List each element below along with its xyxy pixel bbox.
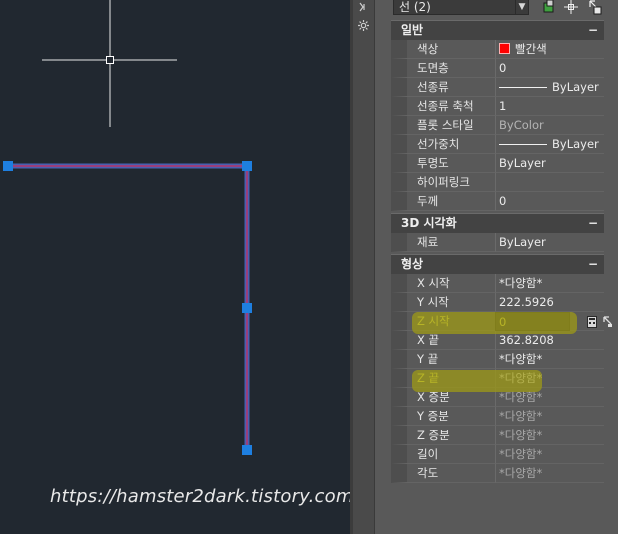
property-row-material[interactable]: 재료 ByLayer — [391, 233, 604, 252]
property-value[interactable]: 222.5926 — [495, 293, 604, 312]
crosshair-cursor-icon — [42, 0, 177, 127]
property-row-length: 길이 *다양함* — [391, 445, 604, 464]
property-value[interactable]: *다양함* — [495, 350, 604, 369]
property-name: 선종류 축척 — [391, 97, 495, 116]
property-name: 선가중치 — [391, 135, 495, 154]
property-row-start-z[interactable]: Z 시작 0 — [391, 312, 612, 331]
property-name: X 증분 — [391, 388, 495, 407]
section-title: 형상 — [401, 257, 424, 271]
property-name: 각도 — [391, 464, 495, 483]
property-name: 플롯 스타일 — [391, 116, 495, 135]
property-row-delta-x: X 증분 *다양함* — [391, 388, 604, 407]
pick-point-icon[interactable] — [603, 315, 613, 327]
watermark-text: https://hamster2dark.tistory.com — [50, 486, 350, 507]
property-name: 도면층 — [391, 59, 495, 78]
property-row-end-x[interactable]: X 끝 362.8208 — [391, 331, 604, 350]
object-type-select[interactable]: 선 (2) — [393, 0, 527, 15]
palette-title-strip[interactable] — [353, 0, 375, 534]
property-name: 선종류 — [391, 78, 495, 97]
property-grid: 일반 − 색상 빨간색 도면층 0 선종류 ByLayer 선종류 축척 1 플… — [391, 20, 612, 483]
property-name: X 끝 — [391, 331, 495, 350]
section-3d-visualization[interactable]: 3D 시각화 − — [391, 213, 604, 233]
property-value[interactable]: *다양함* — [495, 369, 604, 388]
property-name: Z 시작 — [391, 312, 495, 331]
property-row-end-z[interactable]: Z 끝 *다양함* — [391, 369, 604, 388]
settings-icon[interactable] — [357, 19, 370, 32]
property-value: *다양함* — [495, 464, 604, 483]
linetype-preview — [499, 87, 547, 88]
property-name: Z 증분 — [391, 426, 495, 445]
select-objects-icon[interactable] — [563, 0, 579, 15]
property-name: 두께 — [391, 192, 495, 211]
palette-toolbar: 선 (2) ▼ — [375, 0, 618, 17]
drawing-canvas[interactable]: https://hamster2dark.tistory.com — [0, 0, 350, 534]
property-row-plot-style[interactable]: 플롯 스타일 ByColor — [391, 116, 604, 135]
property-name: 색상 — [391, 40, 495, 59]
property-row-angle: 각도 *다양함* — [391, 464, 604, 483]
property-row-delta-z: Z 증분 *다양함* — [391, 426, 604, 445]
property-value[interactable]: 362.8208 — [495, 331, 604, 350]
property-value[interactable]: ByLayer — [495, 135, 604, 154]
property-value[interactable]: 0 — [495, 192, 604, 211]
property-value[interactable]: ByLayer — [495, 154, 604, 173]
property-name: Y 증분 — [391, 407, 495, 426]
property-row-delta-y: Y 증분 *다양함* — [391, 407, 604, 426]
property-row-linetype-scale[interactable]: 선종류 축척 1 — [391, 97, 604, 116]
property-row-linetype[interactable]: 선종류 ByLayer — [391, 78, 604, 97]
grip-handle[interactable] — [242, 445, 252, 455]
property-row-color[interactable]: 색상 빨간색 — [391, 40, 604, 59]
property-row-lineweight[interactable]: 선가중치 ByLayer — [391, 135, 604, 154]
property-value: *다양함* — [495, 388, 604, 407]
property-name: Y 시작 — [391, 293, 495, 312]
property-row-start-x[interactable]: X 시작 *다양함* — [391, 274, 604, 293]
section-geometry[interactable]: 형상 − — [391, 254, 604, 274]
property-value: *다양함* — [495, 426, 604, 445]
property-value: *다양함* — [495, 445, 604, 464]
calculator-icon[interactable] — [587, 315, 597, 328]
property-row-hyperlink[interactable]: 하이퍼링크 — [391, 173, 604, 192]
property-value[interactable] — [495, 173, 604, 192]
property-value[interactable]: ByLayer — [495, 233, 604, 252]
grip-handle[interactable] — [242, 303, 252, 313]
lineweight-value: ByLayer — [552, 137, 599, 151]
property-name: X 시작 — [391, 274, 495, 293]
linetype-value: ByLayer — [552, 80, 599, 94]
property-name: Y 끝 — [391, 350, 495, 369]
property-value[interactable]: 빨간색 — [495, 40, 604, 59]
grip-handle[interactable] — [242, 161, 252, 171]
section-title: 일반 — [401, 23, 424, 37]
property-value: *다양함* — [495, 407, 604, 426]
property-row-transparency[interactable]: 투명도 ByLayer — [391, 154, 604, 173]
toggle-pickadd-icon[interactable] — [541, 0, 557, 15]
section-title: 3D 시각화 — [401, 216, 457, 230]
collapse-icon[interactable]: − — [588, 214, 598, 233]
property-row-end-y[interactable]: Y 끝 *다양함* — [391, 350, 604, 369]
property-row-thickness[interactable]: 두께 0 — [391, 192, 604, 211]
chevron-down-icon[interactable]: ▼ — [515, 0, 529, 15]
pin-icon[interactable] — [357, 1, 370, 14]
property-name: 하이퍼링크 — [391, 173, 495, 192]
color-value: 빨간색 — [515, 42, 547, 56]
property-name: 길이 — [391, 445, 495, 464]
property-value[interactable]: ByLayer — [495, 78, 604, 97]
section-general[interactable]: 일반 − — [391, 20, 604, 40]
collapse-icon[interactable]: − — [588, 21, 598, 40]
grip-handle[interactable] — [3, 161, 13, 171]
property-name: 투명도 — [391, 154, 495, 173]
color-swatch-icon — [499, 43, 510, 54]
property-name: 재료 — [391, 233, 495, 252]
property-value[interactable]: *다양함* — [495, 274, 604, 293]
lineweight-preview — [499, 144, 547, 145]
property-name: Z 끝 — [391, 369, 495, 388]
collapse-icon[interactable]: − — [588, 255, 598, 274]
property-value[interactable]: 1 — [495, 97, 604, 116]
property-value: ByColor — [495, 116, 604, 135]
start-z-input[interactable]: 0 — [495, 312, 570, 331]
property-row-start-y[interactable]: Y 시작 222.5926 — [391, 293, 604, 312]
property-value[interactable]: 0 — [495, 59, 604, 78]
property-row-layer[interactable]: 도면층 0 — [391, 59, 604, 78]
properties-palette: 선 (2) ▼ 일반 − 색상 빨간색 도면층 0 선종류 ByLayer 선종… — [375, 0, 618, 534]
quick-select-icon[interactable] — [587, 0, 603, 15]
